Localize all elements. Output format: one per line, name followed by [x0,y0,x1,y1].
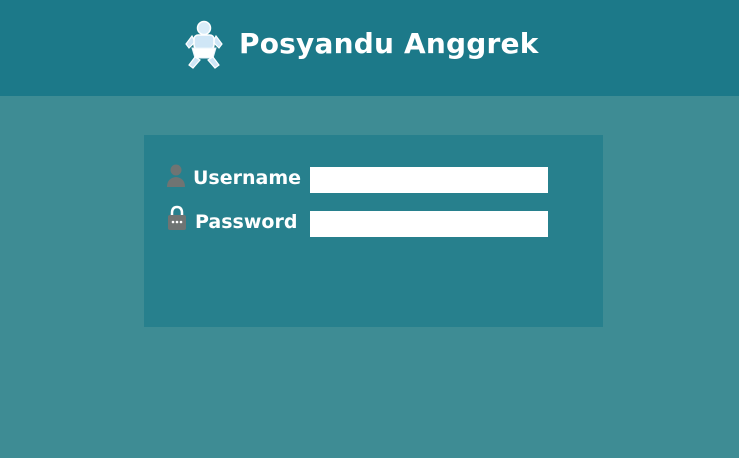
lock-icon [168,205,186,230]
app-title: Posyandu Anggrek [239,27,539,60]
username-label: Username [193,167,302,189]
login-panel: Username Password [144,135,603,327]
password-input[interactable] [310,211,548,237]
username-input[interactable] [310,167,548,193]
header-bar: Posyandu Anggrek [0,0,739,96]
password-label: Password [195,211,298,233]
baby-diaper-icon [185,20,223,69]
user-icon [167,164,185,187]
